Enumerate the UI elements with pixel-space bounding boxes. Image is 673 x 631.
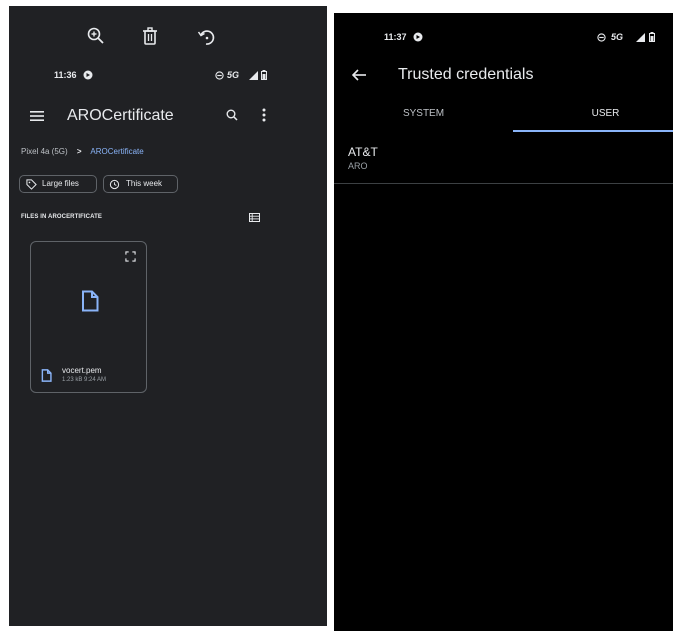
tab-system[interactable]: SYSTEM <box>339 108 508 119</box>
list-view-icon[interactable] <box>249 213 260 222</box>
breadcrumb-root[interactable]: Pixel 4a (5G) <box>21 147 68 156</box>
signal-icon <box>636 33 645 42</box>
chip-this-week[interactable]: This week <box>103 175 178 193</box>
do-not-disturb-icon <box>597 33 606 42</box>
search-icon[interactable] <box>226 109 238 121</box>
history-icon <box>109 179 120 190</box>
network-type: 5G <box>611 32 624 42</box>
rotate-icon[interactable] <box>197 27 217 47</box>
file-meta: 1.23 kB 9:24 AM <box>62 377 107 383</box>
breadcrumb-current[interactable]: AROCertificate <box>90 147 143 156</box>
breadcrumb: Pixel 4a (5G) > AROCertificate <box>21 147 144 156</box>
breadcrumb-separator: > <box>76 147 82 156</box>
delete-icon[interactable] <box>142 27 158 45</box>
zoom-in-icon[interactable] <box>86 26 106 46</box>
status-time: 11:36 <box>54 70 77 80</box>
expand-icon[interactable] <box>125 251 136 262</box>
status-time: 11:37 <box>384 32 407 42</box>
page-title: Trusted credentials <box>398 66 534 83</box>
trusted-credentials-screen: 11:37 5G Trusted credentials SYSTEM USER… <box>334 13 673 631</box>
signal-icon <box>249 71 258 80</box>
page-title: AROCertificate <box>67 107 174 124</box>
file-preview-icon <box>82 290 99 312</box>
credential-list-item[interactable]: AT&T ARO <box>334 137 673 184</box>
chip-large-files[interactable]: Large files <box>19 175 97 193</box>
battery-icon <box>261 70 267 80</box>
more-options-icon[interactable] <box>262 108 266 122</box>
credential-title: AT&T <box>348 145 378 159</box>
file-card[interactable]: vocert.pem 1.23 kB 9:24 AM <box>30 241 147 393</box>
files-app-screen: 11:36 5G AROCertificate Pixel 4a (5G) > … <box>9 6 327 626</box>
file-type-icon <box>41 369 52 382</box>
do-not-disturb-icon <box>215 71 224 80</box>
back-arrow-icon[interactable] <box>352 69 366 81</box>
chip-label: Large files <box>42 179 79 188</box>
file-name: vocert.pem <box>62 366 102 375</box>
tab-user[interactable]: USER <box>521 108 673 119</box>
notification-app-icon <box>83 70 93 80</box>
section-header: FILES IN AROCERTIFICATE <box>21 214 102 220</box>
menu-icon[interactable] <box>30 110 44 122</box>
battery-icon <box>649 32 655 42</box>
tab-selected-indicator <box>513 130 673 132</box>
label-tag-icon <box>26 179 37 190</box>
network-type: 5G <box>227 70 240 80</box>
chip-label: This week <box>126 179 163 188</box>
notification-app-icon <box>413 32 423 42</box>
credential-subtitle: ARO <box>348 161 368 171</box>
